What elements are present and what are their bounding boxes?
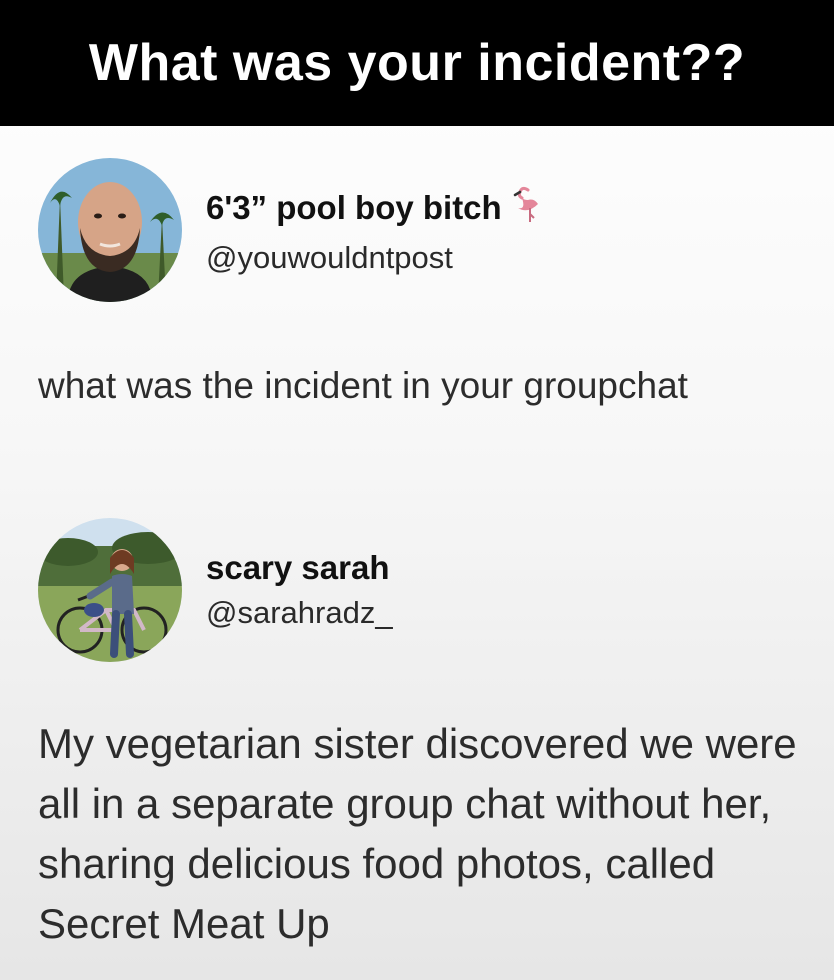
display-name-text: 6'3” pool boy bitch (206, 189, 502, 226)
tweet-1-text: what was the incident in your groupchat (38, 365, 688, 406)
avatar-photo-man (38, 158, 182, 302)
avatar-photo-woman-bike (38, 518, 182, 662)
handle[interactable]: @sarahradz_ (206, 595, 393, 631)
display-name[interactable]: scary sarah (206, 549, 393, 587)
meme-title-banner: What was your incident?? (0, 0, 834, 126)
handle[interactable]: @youwouldntpost (206, 240, 542, 276)
meme-title: What was your incident?? (88, 34, 746, 92)
tweet-1-header: 6'3” pool boy bitch @youwouldntpost (38, 158, 542, 302)
tweet-2-text: My vegetarian sister discovered we were … (38, 720, 797, 948)
tweet-2-names: scary sarah @sarahradz_ (206, 549, 393, 631)
avatar[interactable] (38, 518, 182, 662)
tweet-2-header: scary sarah @sarahradz_ (38, 518, 393, 662)
display-name-text: scary sarah (206, 549, 390, 586)
avatar[interactable] (38, 158, 182, 302)
flamingo-icon (512, 184, 542, 232)
tweet-1-names: 6'3” pool boy bitch @youwouldntpost (206, 184, 542, 276)
display-name[interactable]: 6'3” pool boy bitch (206, 184, 542, 232)
